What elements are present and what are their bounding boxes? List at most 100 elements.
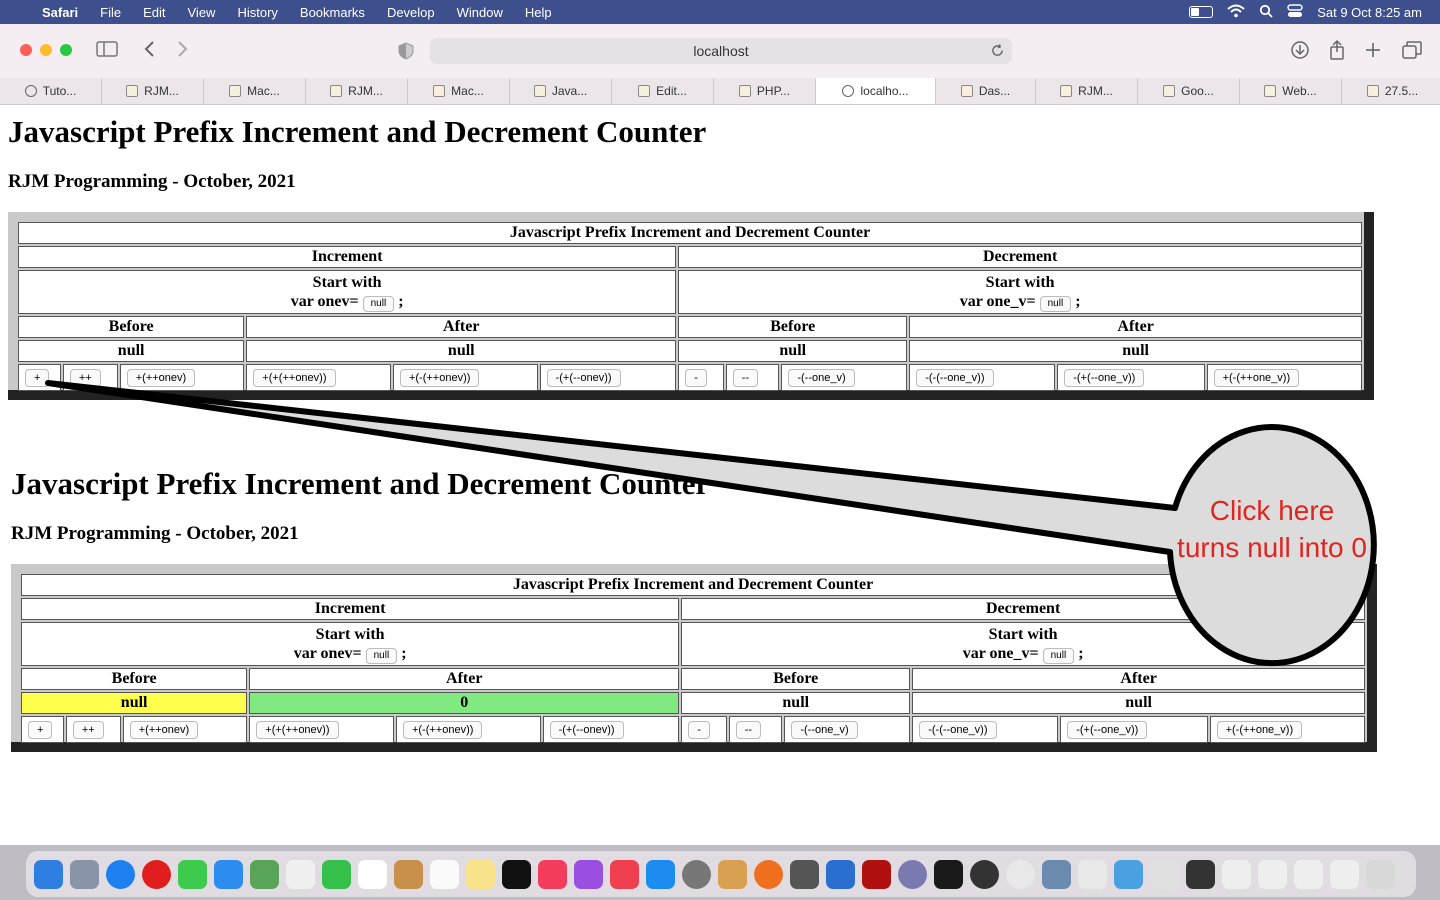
inc-button-3[interactable]: +(+(++onev)) xyxy=(253,369,336,387)
trash-icon[interactable] xyxy=(1366,859,1395,889)
tab-13[interactable]: 27.5... xyxy=(1342,78,1440,104)
wifi-icon[interactable] xyxy=(1227,4,1245,21)
close-window-button[interactable] xyxy=(20,44,32,56)
xcode-icon[interactable] xyxy=(826,859,855,889)
menu-help[interactable]: Help xyxy=(525,5,552,20)
textedit-icon[interactable] xyxy=(1078,859,1107,889)
reload-icon[interactable] xyxy=(991,38,1004,65)
battery-icon[interactable] xyxy=(1189,6,1214,18)
inc-button-1[interactable]: ++ xyxy=(72,721,104,739)
inc-button-0[interactable]: + xyxy=(28,721,53,739)
inc-start-value-input[interactable]: null xyxy=(365,647,398,664)
control-center-icon[interactable] xyxy=(1287,3,1303,21)
inc-button-3[interactable]: +(+(++onev)) xyxy=(256,721,339,739)
forward-icon[interactable] xyxy=(177,40,189,64)
privacy-shield-icon[interactable] xyxy=(398,42,414,66)
dec-button-4[interactable]: -(+(--one_v)) xyxy=(1067,721,1148,739)
tab-11[interactable]: Goo... xyxy=(1138,78,1240,104)
gimp-icon[interactable] xyxy=(970,859,999,889)
tab-4[interactable]: Mac... xyxy=(408,78,510,104)
menu-app-name[interactable]: Safari xyxy=(42,5,78,20)
inc-button-4[interactable]: +(-(++onev)) xyxy=(399,369,480,387)
inc-start-value-input[interactable]: null xyxy=(362,295,395,312)
tab-overview-icon[interactable] xyxy=(1402,41,1422,65)
filezilla-icon[interactable] xyxy=(862,859,891,889)
dec-start-value-input[interactable]: null xyxy=(1039,295,1072,312)
minimize-window-button[interactable] xyxy=(40,44,52,56)
apple-tv-icon[interactable] xyxy=(502,859,531,889)
launchpad-icon[interactable] xyxy=(70,859,99,889)
contacts-icon[interactable] xyxy=(394,859,423,889)
recent-file-icon-3[interactable] xyxy=(1294,859,1323,889)
opera-icon[interactable] xyxy=(142,859,171,889)
notes-icon[interactable] xyxy=(466,859,495,889)
calculator-icon[interactable] xyxy=(790,859,819,889)
dec-button-3[interactable]: -(-(--one_v)) xyxy=(919,721,997,739)
dec-button-1[interactable]: -- xyxy=(735,721,762,739)
new-tab-icon[interactable] xyxy=(1365,41,1381,64)
menubar-clock[interactable]: Sat 9 Oct 8:25 am xyxy=(1317,5,1422,20)
tab-5[interactable]: Java... xyxy=(510,78,612,104)
tab-1[interactable]: RJM... xyxy=(102,78,204,104)
menu-window[interactable]: Window xyxy=(457,5,503,20)
downloads-icon[interactable] xyxy=(1290,40,1310,66)
inc-button-2[interactable]: +(++onev) xyxy=(129,721,199,739)
inc-button-1[interactable]: ++ xyxy=(69,369,101,387)
downloads-folder-icon[interactable] xyxy=(1114,859,1143,889)
terminal-icon[interactable] xyxy=(934,859,963,889)
tab-10[interactable]: RJM... xyxy=(1036,78,1138,104)
tab-0[interactable]: Tuto... xyxy=(0,78,102,104)
tab-3[interactable]: RJM... xyxy=(306,78,408,104)
dec-button-0[interactable]: - xyxy=(688,721,710,739)
app-store-icon[interactable] xyxy=(646,859,675,889)
sidebar-icon[interactable] xyxy=(96,40,118,63)
tab-8[interactable]: localho... xyxy=(816,78,936,104)
mail-icon[interactable] xyxy=(214,859,243,889)
menu-develop[interactable]: Develop xyxy=(387,5,435,20)
system-preferences-icon[interactable] xyxy=(682,859,711,889)
dec-button-5[interactable]: +(-(++one_v)) xyxy=(1213,369,1300,387)
recent-file-icon[interactable] xyxy=(1222,859,1251,889)
facetime-icon[interactable] xyxy=(322,859,351,889)
inc-button-5[interactable]: -(+(--onev)) xyxy=(546,369,621,387)
menu-bookmarks[interactable]: Bookmarks xyxy=(300,5,365,20)
documents-stack-icon[interactable] xyxy=(1150,859,1179,889)
chrome-icon[interactable] xyxy=(1006,859,1035,889)
menu-view[interactable]: View xyxy=(188,5,216,20)
menu-file[interactable]: File xyxy=(100,5,121,20)
dec-button-2[interactable]: -(--one_v) xyxy=(788,369,855,387)
bbedit-icon[interactable] xyxy=(898,859,927,889)
safari-icon[interactable] xyxy=(106,859,135,889)
spotlight-search-icon[interactable] xyxy=(1259,4,1273,21)
tab-7[interactable]: PHP... xyxy=(714,78,816,104)
dec-button-4[interactable]: -(+(--one_v)) xyxy=(1064,369,1145,387)
zoom-window-button[interactable] xyxy=(60,44,72,56)
music-icon[interactable] xyxy=(538,859,567,889)
tab-2[interactable]: Mac... xyxy=(204,78,306,104)
address-bar[interactable]: localhost xyxy=(430,38,1012,64)
messages-icon[interactable] xyxy=(178,859,207,889)
calendar-icon[interactable] xyxy=(358,859,387,889)
finder-icon[interactable] xyxy=(34,859,63,889)
share-icon[interactable] xyxy=(1328,39,1346,67)
dec-button-2[interactable]: -(--one_v) xyxy=(791,721,858,739)
menu-edit[interactable]: Edit xyxy=(143,5,165,20)
tab-12[interactable]: Web... xyxy=(1240,78,1342,104)
inc-button-0[interactable]: + xyxy=(25,369,50,387)
tab-6[interactable]: Edit... xyxy=(612,78,714,104)
inc-button-2[interactable]: +(++onev) xyxy=(126,369,196,387)
screenshot-stack-icon[interactable] xyxy=(1186,859,1215,889)
menu-history[interactable]: History xyxy=(237,5,277,20)
dec-button-0[interactable]: - xyxy=(685,369,707,387)
inc-button-4[interactable]: +(-(++onev)) xyxy=(402,721,483,739)
podcasts-icon[interactable] xyxy=(574,859,603,889)
dec-button-1[interactable]: -- xyxy=(732,369,759,387)
inc-button-5[interactable]: -(+(--onev)) xyxy=(549,721,624,739)
recent-file-icon-4[interactable] xyxy=(1330,859,1359,889)
dec-start-value-input[interactable]: null xyxy=(1042,647,1075,664)
dec-button-3[interactable]: -(-(--one_v)) xyxy=(916,369,994,387)
tab-9[interactable]: Das... xyxy=(936,78,1036,104)
firefox-icon[interactable] xyxy=(754,859,783,889)
reminders-icon[interactable] xyxy=(430,859,459,889)
maps-icon[interactable] xyxy=(250,859,279,889)
